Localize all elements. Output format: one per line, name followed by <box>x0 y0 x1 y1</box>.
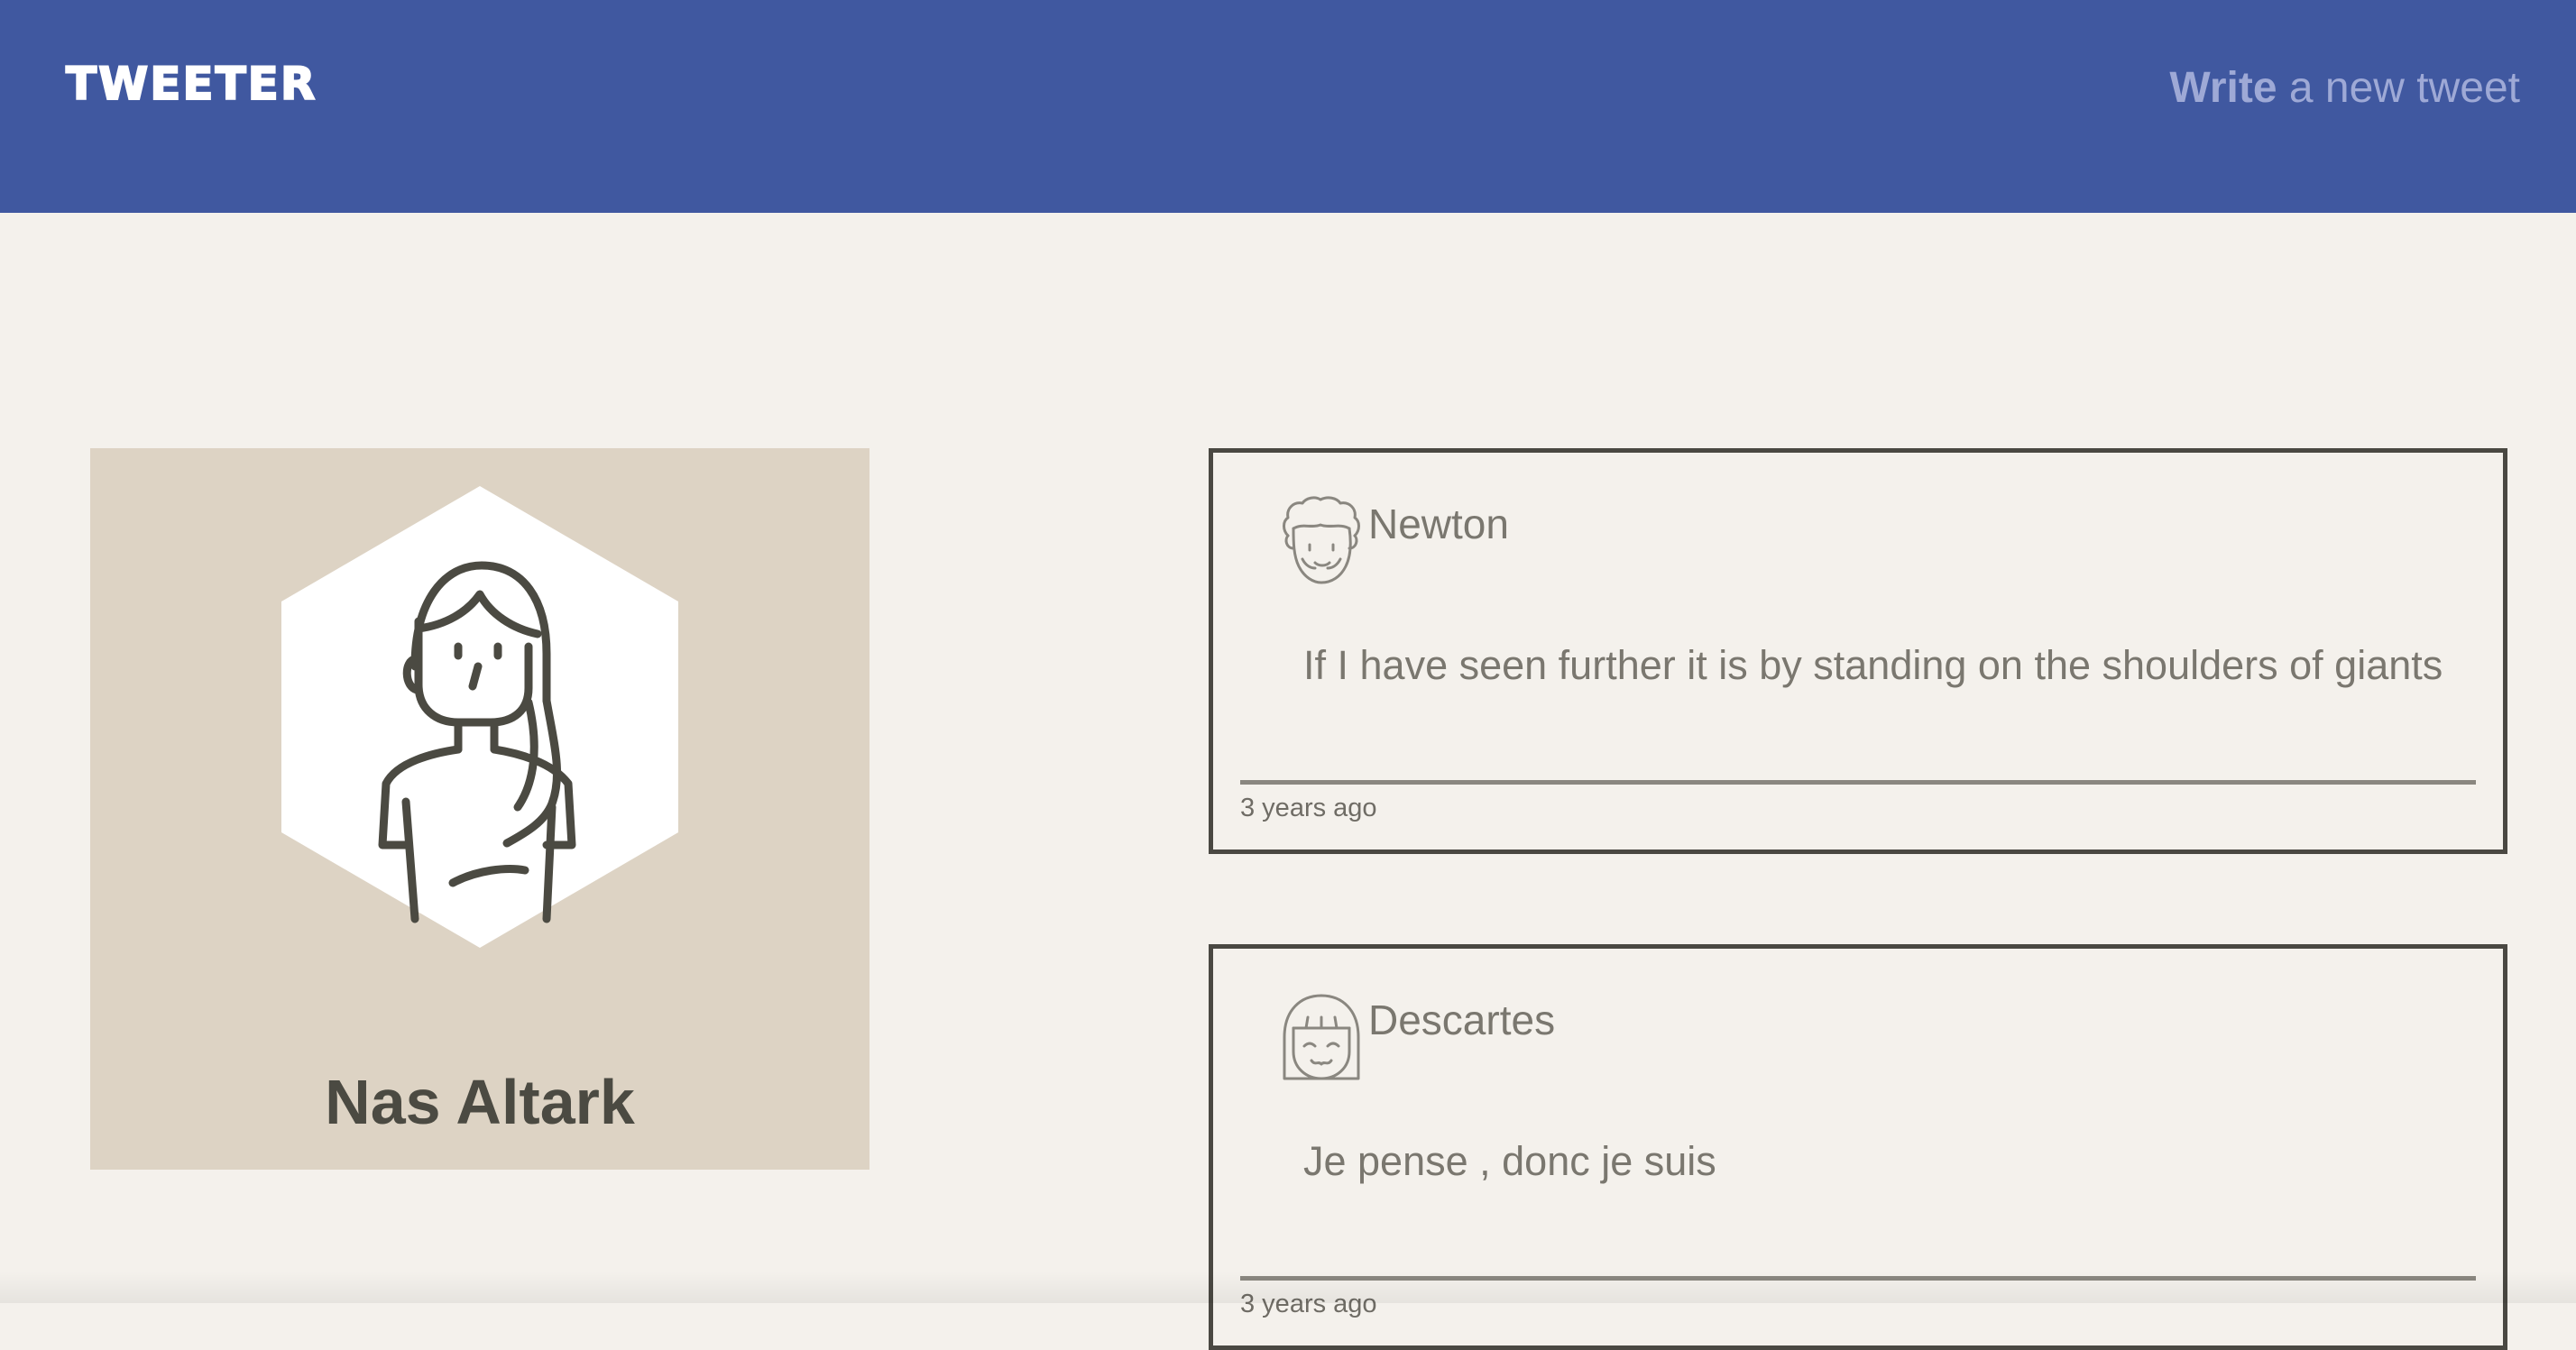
compose-strong-text: Write <box>2169 64 2277 112</box>
tweet-author[interactable]: Descartes <box>1368 996 1555 1044</box>
tweet-author[interactable]: Newton <box>1368 500 1509 548</box>
brand-logo[interactable]: TWEETER <box>65 57 317 111</box>
bottom-shadow <box>0 1272 2576 1303</box>
profile-name: Nas Altark <box>325 1067 635 1137</box>
tweet-timestamp: 3 years ago <box>1240 794 1377 822</box>
curly-hair-avatar-icon <box>1283 496 1360 584</box>
female-user-avatar-icon <box>281 486 678 948</box>
compose-rest-text: a new tweet <box>2277 64 2520 112</box>
profile-card: Nas Altark <box>90 448 869 1170</box>
bob-hair-avatar-icon <box>1283 994 1360 1080</box>
tweet-text: If I have seen further it is by standing… <box>1303 642 2443 688</box>
tweet-divider <box>1240 780 2476 785</box>
write-new-tweet-link[interactable]: Write a new tweet <box>2169 63 2520 113</box>
tweet-card: Newton If I have seen further it is by s… <box>1209 448 2507 854</box>
top-navbar: TWEETER Write a new tweet <box>0 0 2576 213</box>
tweet-text: Je pense , donc je suis <box>1303 1138 1716 1184</box>
